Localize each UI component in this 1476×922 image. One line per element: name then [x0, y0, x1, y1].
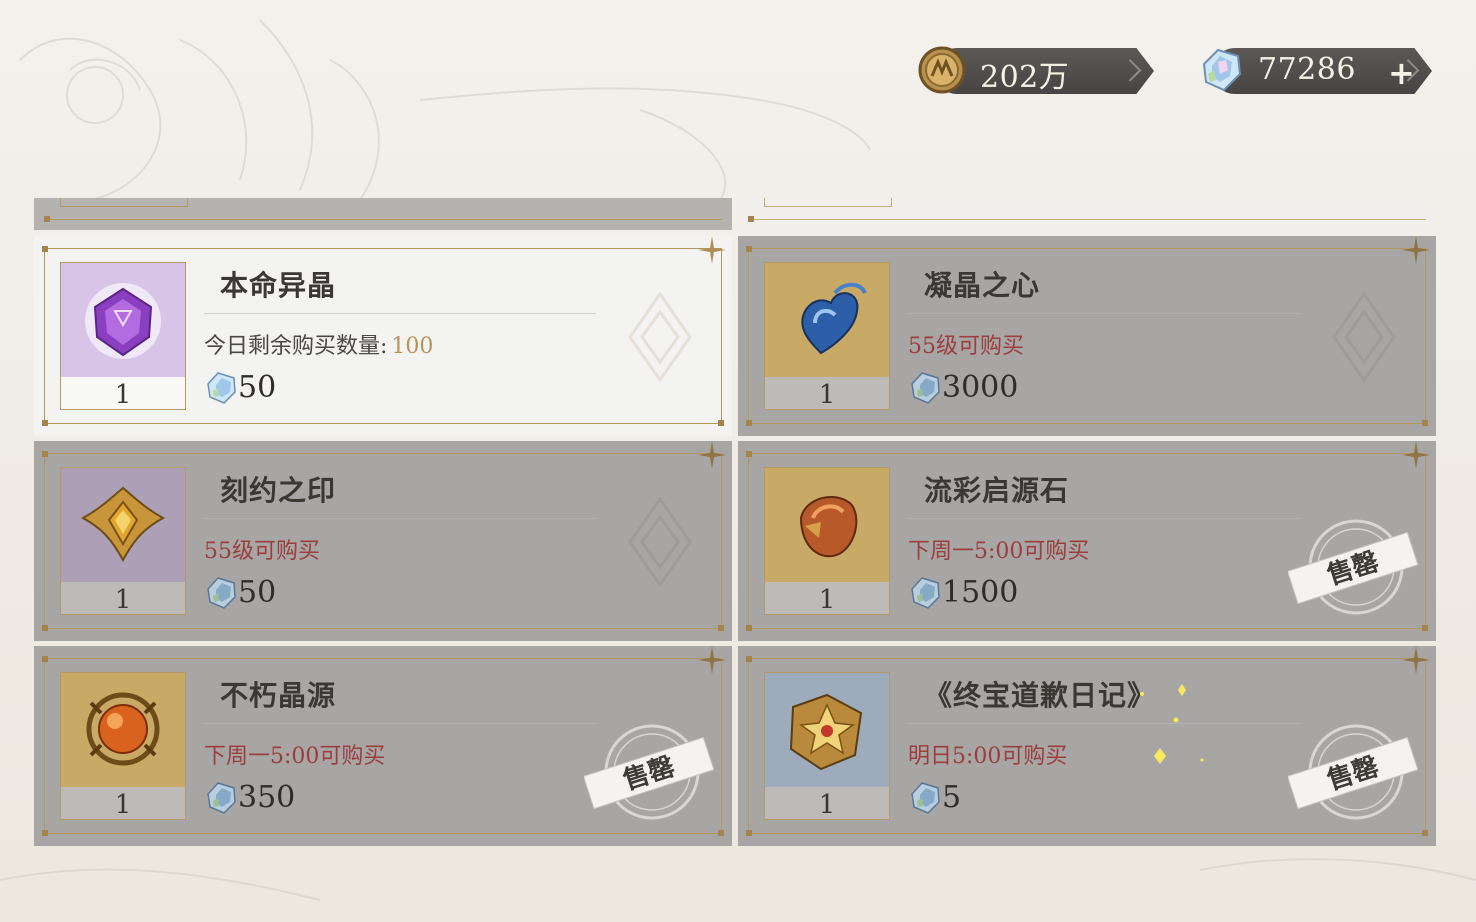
price-value: 1500	[942, 575, 1019, 610]
unlock-condition-text: 55级可购买	[908, 334, 1024, 359]
item-name: 本命异晶	[220, 269, 337, 302]
sparkle-icon	[1402, 236, 1430, 264]
price-value: 50	[238, 575, 277, 610]
divider	[204, 723, 596, 724]
divider	[908, 723, 1300, 724]
divider	[908, 518, 1300, 519]
add-gems-icon[interactable]: +	[1388, 54, 1415, 92]
item-quantity: 1	[61, 582, 185, 615]
item-name: 凝晶之心	[924, 269, 1041, 302]
item-quantity: 1	[61, 377, 185, 410]
sold-out-stamp: 售罄	[1288, 724, 1418, 820]
sparkle-icon	[698, 441, 726, 469]
restock-time-text: 下周一5:00可购买	[908, 539, 1090, 564]
sparkle-icon	[698, 236, 726, 264]
crystal-icon	[207, 372, 236, 404]
item-name: 不朽晶源	[220, 679, 337, 712]
golden-book-icon	[789, 693, 863, 771]
shop-item-card[interactable]: 1 凝晶之心 55级可购买 3000	[738, 236, 1436, 436]
sparkle-icon	[1402, 441, 1430, 469]
shop-item-card[interactable]: 1 《终宝道歉日记》 明日5:00可购买 5 售罄	[738, 646, 1436, 846]
orange-orb-icon	[86, 692, 160, 766]
list-row-partial-right	[738, 198, 1436, 230]
crystal-icon	[1202, 48, 1242, 92]
crystal-icon	[911, 372, 940, 404]
unlock-condition-text: 55级可购买	[204, 539, 320, 564]
item-quantity: 1	[61, 787, 185, 820]
sold-out-label: 售罄	[1323, 546, 1382, 592]
item-thumbnail: 1	[764, 467, 890, 615]
purchase-limit-text: 今日剩余购买数量: 100	[204, 334, 434, 359]
sold-out-stamp: 售罄	[584, 724, 714, 820]
price-value: 3000	[942, 370, 1019, 405]
item-name: 刻约之印	[220, 474, 337, 507]
item-quantity: 1	[765, 787, 889, 820]
golden-seal-icon	[80, 486, 166, 563]
divider	[908, 313, 1300, 314]
gem-amount: 77286	[1258, 52, 1356, 87]
item-quantity: 1	[765, 377, 889, 410]
item-thumbnail: 1	[60, 467, 186, 615]
sold-out-label: 售罄	[619, 751, 678, 797]
crystal-icon	[911, 577, 940, 609]
blue-crystal-heart-icon	[801, 282, 867, 355]
divider	[204, 518, 596, 519]
shop-item-card[interactable]: 1 流彩启源石 下周一5:00可购买 1500 售罄	[738, 441, 1436, 641]
price-value: 350	[238, 780, 296, 815]
crystal-icon	[207, 782, 236, 814]
diamond-pattern-icon	[628, 292, 692, 382]
sold-out-label: 售罄	[1323, 751, 1382, 797]
crystal-icon	[911, 782, 940, 814]
diamond-pattern-icon	[628, 497, 692, 587]
amber-stone-icon	[799, 495, 858, 558]
item-thumbnail: 1	[764, 672, 890, 820]
crystal-icon	[207, 577, 236, 609]
shop-item-card[interactable]: 1 不朽晶源 下周一5:00可购买 350 售罄	[34, 646, 732, 846]
item-thumbnail: 1	[60, 262, 186, 410]
divider	[204, 313, 596, 314]
shop-item-card[interactable]: 1 刻约之印 55级可购买 50	[34, 441, 732, 641]
shop-item-card[interactable]: 1 本命异晶 今日剩余购买数量: 100 50	[34, 236, 732, 436]
sparkle-effect-icon	[1140, 684, 1204, 764]
coin-icon	[918, 46, 966, 94]
item-quantity: 1	[765, 582, 889, 615]
list-row-partial-left	[34, 198, 732, 230]
gem-display[interactable]: 77286 +	[1194, 48, 1434, 94]
sparkle-icon	[1402, 646, 1430, 674]
coin-amount: 202万	[980, 60, 1070, 95]
purple-gem-icon	[85, 283, 161, 359]
restock-time-text: 明日5:00可购买	[908, 744, 1068, 769]
purchase-limit-count: 100	[391, 334, 434, 359]
item-thumbnail: 1	[60, 672, 186, 820]
item-name: 流彩启源石	[924, 474, 1070, 507]
price-value: 5	[942, 780, 962, 815]
sparkle-icon	[698, 646, 726, 674]
diamond-pattern-icon	[1332, 292, 1396, 382]
price-value: 50	[238, 370, 277, 405]
sold-out-stamp: 售罄	[1288, 519, 1418, 615]
restock-time-text: 下周一5:00可购买	[204, 744, 386, 769]
item-thumbnail: 1	[764, 262, 890, 410]
coin-display[interactable]: 202万	[916, 46, 1156, 95]
